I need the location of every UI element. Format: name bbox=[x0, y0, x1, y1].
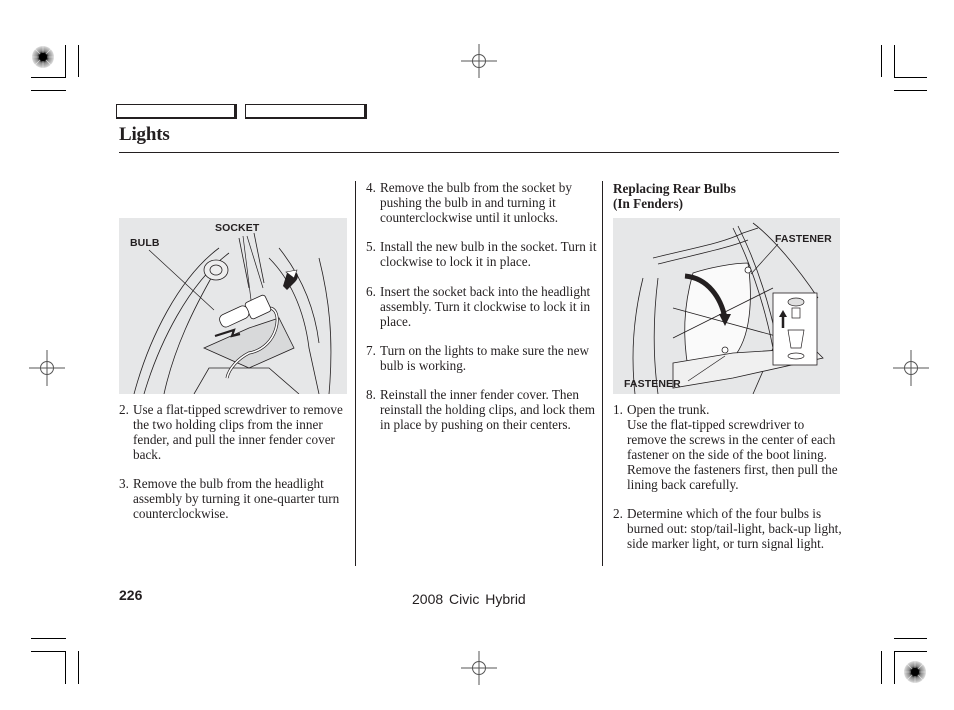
step-text: Turn on the lights to make sure the new … bbox=[380, 343, 590, 373]
crop-mark bbox=[78, 651, 79, 684]
step-item: 6. Insert the socket back into the headl… bbox=[366, 284, 600, 330]
step-number: 5. bbox=[366, 239, 376, 254]
trunk-fastener-figure: FASTENER FASTENER bbox=[613, 218, 840, 394]
step-item: 5. Install the new bulb in the socket. T… bbox=[366, 239, 600, 270]
step-number: 3. bbox=[119, 476, 129, 491]
step-text: Remove the bulb from the headlight assem… bbox=[133, 476, 340, 521]
crosshair-mark-icon bbox=[29, 350, 65, 386]
column-divider bbox=[602, 181, 603, 566]
step-number: 2. bbox=[119, 402, 129, 417]
socket-label: SOCKET bbox=[215, 222, 260, 234]
page-number: 226 bbox=[119, 587, 143, 603]
step-text: Determine which of the four bulbs is bur… bbox=[627, 506, 842, 551]
crop-mark bbox=[31, 90, 66, 91]
step-item: 7. Turn on the lights to make sure the n… bbox=[366, 343, 600, 374]
step-number: 8. bbox=[366, 387, 376, 402]
step-item: 4. Remove the bulb from the socket by pu… bbox=[366, 180, 600, 226]
step-item: 8. Reinstall the inner fender cover. The… bbox=[366, 387, 600, 433]
nav-tab-1[interactable] bbox=[116, 104, 237, 119]
section-title: Lights bbox=[119, 124, 170, 145]
column-divider bbox=[355, 181, 356, 566]
crop-mark bbox=[31, 638, 66, 639]
crop-mark bbox=[65, 45, 66, 77]
step-number: 6. bbox=[366, 284, 376, 299]
crop-mark bbox=[65, 651, 66, 684]
footer-model-text: 2008 Civic Hybrid bbox=[412, 591, 526, 607]
registration-target-icon bbox=[32, 46, 54, 68]
fastener-top-label: FASTENER bbox=[775, 233, 832, 245]
crop-mark bbox=[894, 45, 895, 77]
crop-mark bbox=[881, 45, 882, 77]
crop-mark bbox=[894, 638, 927, 639]
subsection-heading: Replacing Rear Bulbs (In Fenders) bbox=[613, 181, 736, 211]
nav-tab-2[interactable] bbox=[245, 104, 367, 119]
title-divider bbox=[119, 152, 839, 153]
step-number: 2. bbox=[613, 506, 623, 521]
step-text: Use a flat-tipped screwdriver to remove … bbox=[133, 402, 343, 462]
crop-mark bbox=[894, 90, 927, 91]
step-item: 2. Use a flat-tipped screwdriver to remo… bbox=[119, 402, 351, 463]
step-item: 2. Determine which of the four bulbs is … bbox=[613, 506, 843, 552]
crop-mark bbox=[31, 77, 66, 78]
crop-mark bbox=[78, 45, 79, 77]
step-item: 3. Remove the bulb from the headlight as… bbox=[119, 476, 351, 522]
crop-mark bbox=[894, 651, 895, 684]
step-text: Insert the socket back into the headligh… bbox=[380, 284, 591, 329]
step-number: 7. bbox=[366, 343, 376, 358]
step-number: 4. bbox=[366, 180, 376, 195]
step-text: Reinstall the inner fender cover. Then r… bbox=[380, 387, 595, 432]
step-text: Install the new bulb in the socket. Turn… bbox=[380, 239, 597, 269]
crop-mark bbox=[31, 651, 66, 652]
step-number: 1. bbox=[613, 402, 623, 417]
bulb-label: BULB bbox=[130, 237, 160, 249]
crop-mark bbox=[894, 651, 927, 652]
subsection-heading-line: (In Fenders) bbox=[613, 196, 683, 211]
crosshair-mark-icon bbox=[461, 44, 497, 78]
crop-mark bbox=[894, 77, 927, 78]
step-text: Open the trunk. Use the flat-tipped scre… bbox=[627, 402, 838, 492]
registration-target-icon bbox=[904, 661, 926, 683]
step-item: 1. Open the trunk. Use the flat-tipped s… bbox=[613, 402, 843, 492]
crosshair-mark-icon bbox=[461, 651, 497, 685]
crosshair-mark-icon bbox=[893, 350, 929, 386]
headlight-socket-figure: SOCKET BULB bbox=[119, 218, 347, 394]
crop-mark bbox=[881, 651, 882, 684]
step-text: Remove the bulb from the socket by pushi… bbox=[380, 180, 572, 225]
fastener-bottom-label: FASTENER bbox=[624, 378, 681, 390]
subsection-heading-line: Replacing Rear Bulbs bbox=[613, 181, 736, 196]
